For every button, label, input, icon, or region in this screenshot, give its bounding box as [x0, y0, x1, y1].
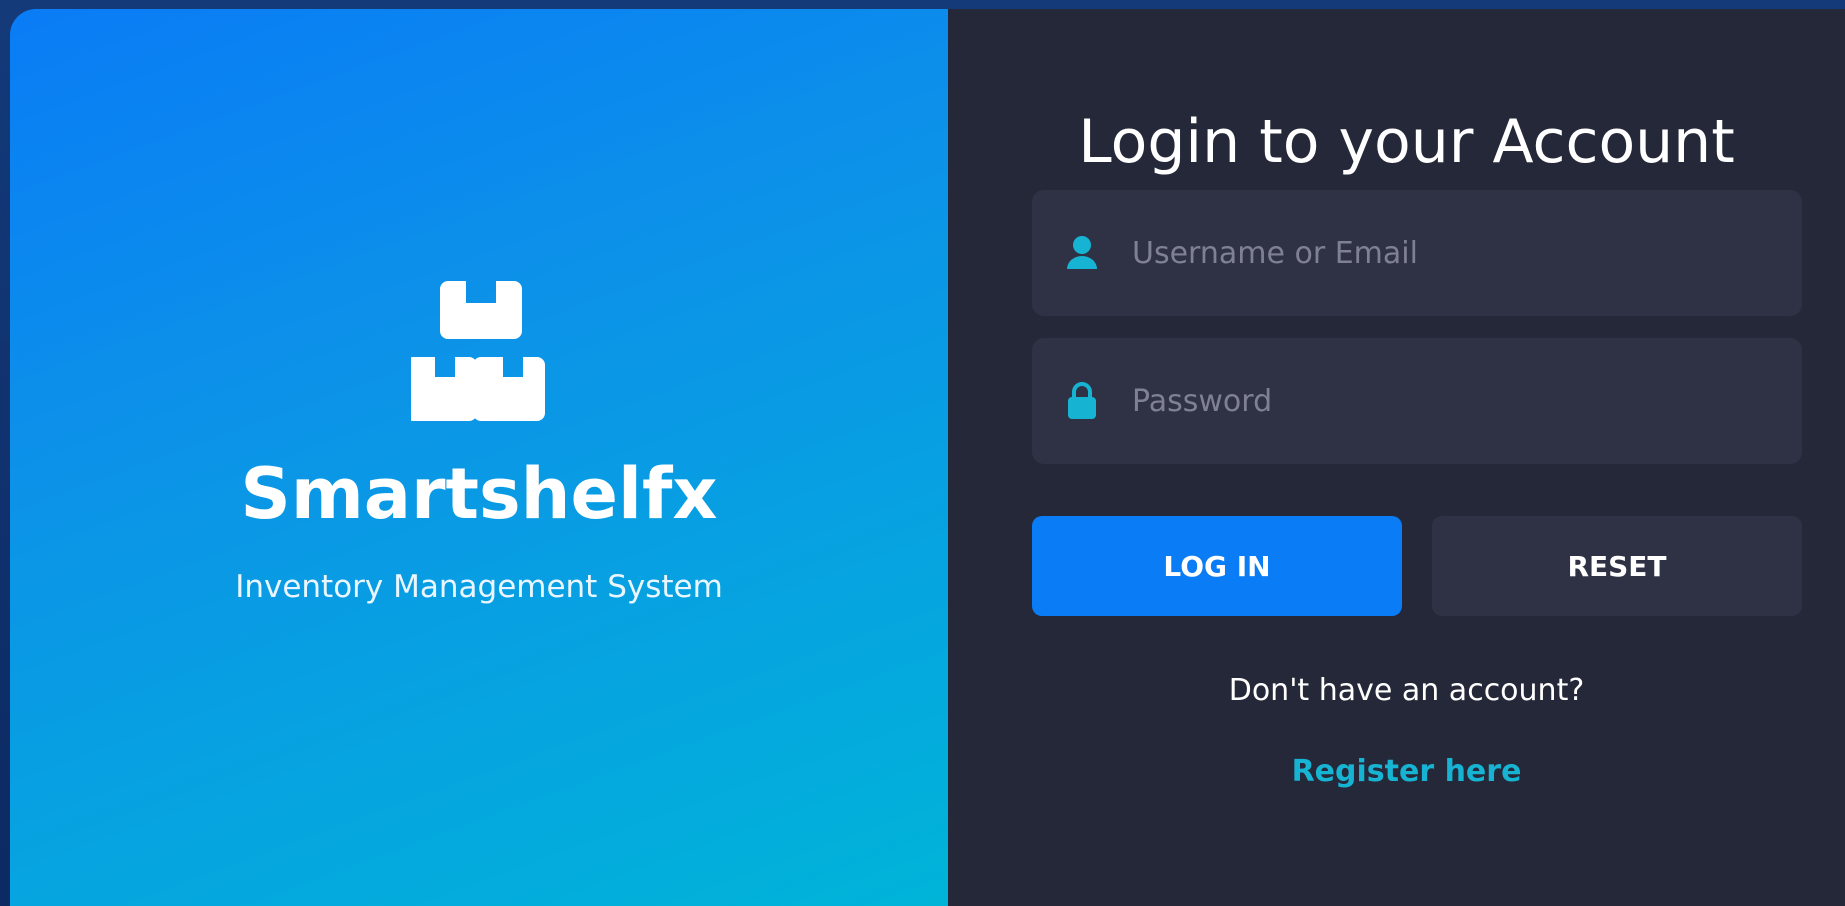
page-title: Login to your Account [1078, 107, 1735, 177]
boxes-icon [411, 281, 545, 421]
login-button[interactable]: LOG IN [1032, 516, 1402, 616]
no-account-text: Don't have an account? [1228, 673, 1585, 708]
brand-name: Smartshelfx [240, 453, 718, 535]
brand-tagline: Inventory Management System [235, 569, 723, 605]
login-card: Smartshelfx Inventory Management System … [10, 9, 1845, 906]
register-link[interactable]: Register here [948, 754, 1845, 789]
reset-button[interactable]: RESET [1432, 516, 1802, 616]
username-field[interactable] [1032, 189, 1802, 317]
password-field[interactable] [1032, 337, 1802, 465]
lock-icon [1062, 381, 1102, 421]
user-icon [1062, 233, 1102, 273]
password-input[interactable] [1130, 337, 1802, 465]
window-background: Smartshelfx Inventory Management System … [0, 0, 1845, 906]
username-input[interactable] [1130, 189, 1802, 317]
login-panel: Login to your Account Username or Email … [948, 9, 1845, 906]
brand-panel: Smartshelfx Inventory Management System [10, 9, 948, 906]
